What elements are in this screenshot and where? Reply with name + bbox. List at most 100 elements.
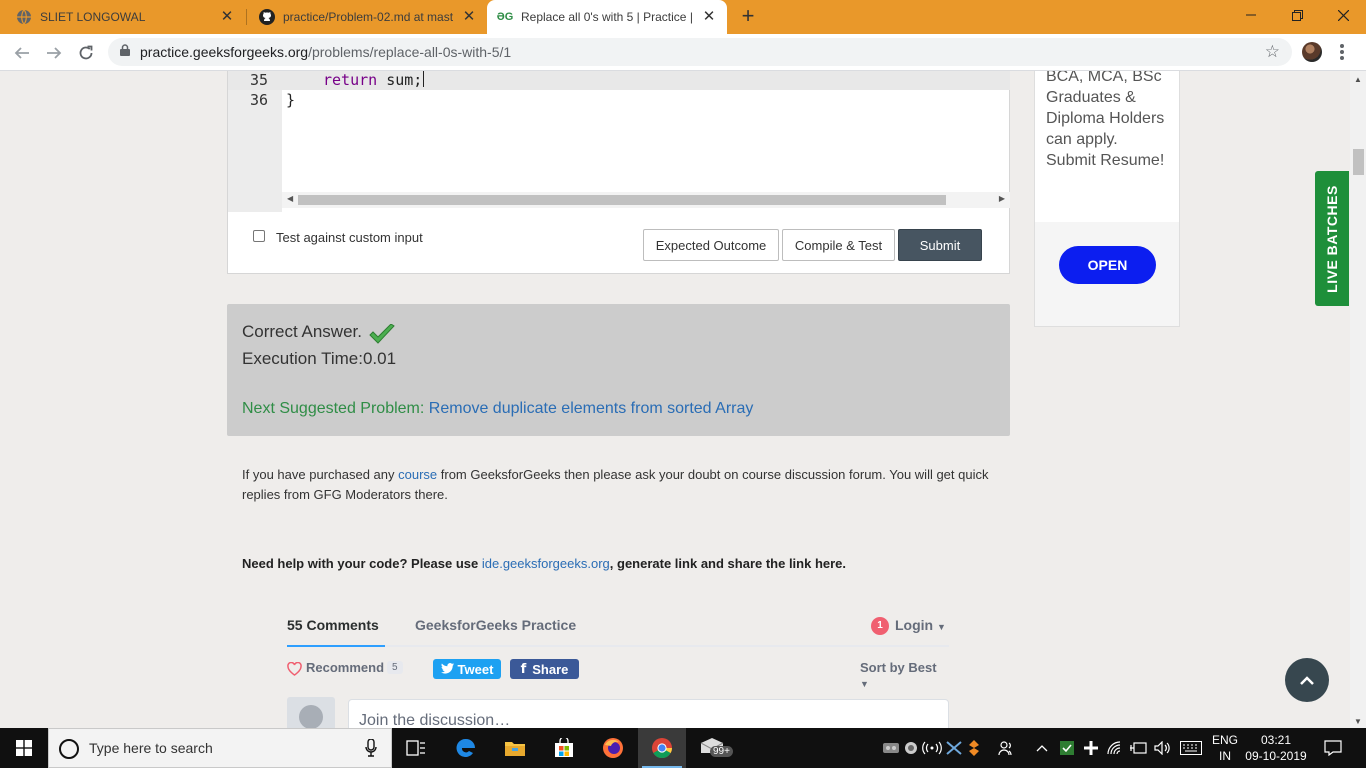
course-link[interactable]: course bbox=[398, 467, 437, 482]
system-clock[interactable]: 03:21 09-10-2019 bbox=[1245, 732, 1307, 764]
code-text: sum; bbox=[377, 71, 423, 89]
network-tool-icon[interactable] bbox=[944, 728, 964, 768]
scroll-left-arrow-icon[interactable]: ◀ bbox=[287, 194, 293, 203]
sort-dropdown[interactable]: Sort by Best ▼ bbox=[860, 660, 949, 690]
forward-arrow-icon[interactable] bbox=[41, 40, 67, 66]
help-text-post: , generate link and share the link here. bbox=[609, 556, 847, 571]
tray-app-icon[interactable] bbox=[1056, 728, 1078, 768]
compile-test-button[interactable]: Compile & Test bbox=[782, 229, 895, 261]
result-status: Correct Answer. bbox=[242, 322, 362, 341]
tab-geeksforgeeks[interactable]: ƏG Replace all 0's with 5 | Practice | G… bbox=[487, 0, 727, 34]
profile-avatar[interactable] bbox=[1302, 42, 1322, 62]
tab-title: practice/Problem-02.md at master bbox=[283, 10, 453, 24]
taskbar-search-box[interactable]: Type here to search bbox=[48, 728, 392, 768]
facebook-share-button[interactable]: f Share bbox=[510, 659, 579, 679]
tweet-button[interactable]: Tweet bbox=[433, 659, 501, 679]
chrome-icon[interactable] bbox=[638, 728, 686, 768]
submit-button[interactable]: Submit bbox=[898, 229, 982, 261]
tab-close-icon[interactable]: ✕ bbox=[701, 9, 717, 25]
tab-sliet[interactable]: SLIET LONGOWAL ✕ bbox=[0, 0, 245, 34]
green-check-icon bbox=[369, 323, 395, 349]
line-number: 36 bbox=[249, 91, 268, 109]
live-batches-tab[interactable]: LIVE BATCHES bbox=[1315, 171, 1349, 306]
notification-badge[interactable]: 1 bbox=[871, 617, 889, 635]
recommend-button[interactable]: Recommend bbox=[306, 660, 384, 675]
firefox-icon[interactable] bbox=[589, 728, 637, 768]
ad-text-line: can apply. bbox=[1046, 131, 1118, 148]
volume-icon[interactable] bbox=[1152, 728, 1174, 768]
tweet-label: Tweet bbox=[457, 661, 494, 677]
microphone-icon[interactable] bbox=[365, 738, 377, 762]
keyboard-icon[interactable] bbox=[1177, 728, 1205, 768]
ad-text-line: Submit Resume! bbox=[1046, 152, 1165, 169]
store-icon[interactable] bbox=[540, 728, 588, 768]
tray-app-icon[interactable] bbox=[964, 728, 984, 768]
restore-icon[interactable] bbox=[1274, 0, 1320, 30]
hotspot-icon[interactable] bbox=[920, 728, 944, 768]
notification-center-icon[interactable] bbox=[1318, 728, 1348, 768]
comments-tabs: 55 Comments GeeksforGeeks Practice 1 Log… bbox=[287, 611, 949, 647]
chevron-up-icon bbox=[1300, 676, 1314, 685]
expected-outcome-button[interactable]: Expected Outcome bbox=[643, 229, 779, 261]
tab-github[interactable]: practice/Problem-02.md at master ✕ bbox=[247, 0, 487, 34]
scroll-right-arrow-icon[interactable]: ▶ bbox=[999, 194, 1005, 203]
tab-comments[interactable]: 55 Comments bbox=[287, 617, 379, 633]
browser-tab-strip: SLIET LONGOWAL ✕ practice/Problem-02.md … bbox=[0, 0, 1366, 34]
region-code: IN bbox=[1219, 749, 1231, 763]
ad-text-line: Graduates & bbox=[1046, 89, 1136, 106]
battery-plug-icon[interactable] bbox=[1128, 728, 1150, 768]
page-vertical-scrollbar[interactable]: ▲ ▼ bbox=[1350, 71, 1366, 728]
reload-icon[interactable] bbox=[73, 40, 99, 66]
scroll-up-arrow-icon[interactable]: ▲ bbox=[1354, 75, 1362, 84]
next-problem-link[interactable]: Remove duplicate elements from sorted Ar… bbox=[429, 400, 754, 417]
address-bar[interactable]: practice.geeksforgeeks.org/problems/repl… bbox=[108, 38, 1292, 66]
active-tab-underline bbox=[287, 645, 385, 647]
chevron-up-icon[interactable] bbox=[1032, 728, 1052, 768]
browser-toolbar: practice.geeksforgeeks.org/problems/repl… bbox=[0, 34, 1366, 71]
code-line[interactable]: } bbox=[286, 90, 295, 110]
search-placeholder: Type here to search bbox=[89, 740, 213, 756]
people-icon[interactable] bbox=[994, 728, 1018, 768]
ide-link[interactable]: ide.geeksforgeeks.org bbox=[482, 556, 610, 571]
code-line[interactable]: return sum; bbox=[323, 71, 425, 90]
tab-community[interactable]: GeeksforGeeks Practice bbox=[415, 617, 576, 633]
input-language[interactable]: ENG IN bbox=[1210, 732, 1240, 764]
gfg-favicon-icon: ƏG bbox=[496, 11, 514, 23]
github-icon bbox=[259, 9, 275, 25]
windows-start-icon[interactable] bbox=[0, 728, 48, 768]
file-explorer-icon[interactable] bbox=[491, 728, 539, 768]
lock-icon bbox=[120, 43, 130, 61]
editor-controls: Test against custom input Expected Outco… bbox=[227, 218, 1010, 274]
tray-app-icon[interactable] bbox=[902, 728, 920, 768]
scroll-down-arrow-icon[interactable]: ▼ bbox=[1354, 717, 1362, 726]
ide-help-text: Need help with your code? Please use ide… bbox=[242, 556, 846, 571]
join-discussion-input[interactable]: Join the discussion… bbox=[348, 699, 949, 728]
custom-input-checkbox[interactable] bbox=[253, 230, 265, 242]
tab-close-icon[interactable]: ✕ bbox=[461, 9, 477, 25]
wifi-icon[interactable] bbox=[1104, 728, 1126, 768]
heart-icon[interactable] bbox=[287, 661, 302, 681]
recommend-count: 5 bbox=[387, 661, 403, 674]
menu-kebab-icon[interactable] bbox=[1336, 42, 1348, 62]
back-arrow-icon[interactable] bbox=[9, 40, 35, 66]
ad-text-line: BCA, MCA, BSc bbox=[1046, 71, 1162, 85]
result-panel: Correct Answer. Execution Time:0.01 Next… bbox=[227, 304, 1010, 436]
page-content: 34 35 36 return sum; } ◀ ▶ Test against … bbox=[0, 71, 1350, 728]
mail-app-icon[interactable]: 99+ bbox=[688, 728, 736, 768]
scroll-to-top-button[interactable] bbox=[1285, 658, 1329, 702]
new-tab-plus-icon[interactable]: + bbox=[736, 5, 760, 29]
minimize-icon[interactable] bbox=[1228, 0, 1274, 30]
tray-app-icon[interactable] bbox=[1080, 728, 1102, 768]
tab-close-icon[interactable]: ✕ bbox=[219, 9, 235, 25]
edge-browser-icon[interactable] bbox=[442, 728, 490, 768]
bookmark-star-icon[interactable]: ☆ bbox=[1265, 42, 1280, 62]
close-window-icon[interactable] bbox=[1320, 0, 1366, 30]
login-dropdown[interactable]: Login ▼ bbox=[895, 617, 946, 633]
caret-down-icon: ▼ bbox=[860, 679, 869, 689]
editor-horizontal-scrollbar[interactable]: ◀ ▶ bbox=[282, 192, 1010, 208]
scrollbar-thumb[interactable] bbox=[1353, 149, 1364, 175]
windows-taskbar: Type here to search 99+ ENG IN 03:21 09-… bbox=[0, 728, 1366, 768]
task-view-icon[interactable] bbox=[392, 728, 440, 768]
scrollbar-thumb[interactable] bbox=[298, 195, 946, 205]
open-button[interactable]: OPEN bbox=[1059, 246, 1156, 284]
